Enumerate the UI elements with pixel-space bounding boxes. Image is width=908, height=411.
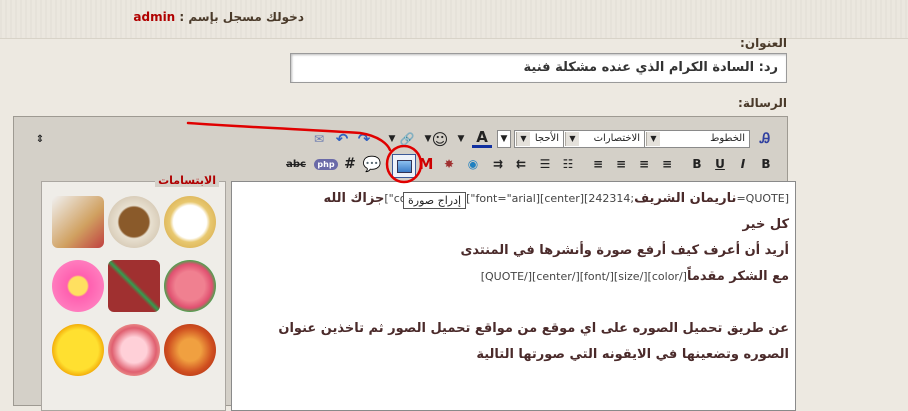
message-line-1: [QUOTE=ناريمان الشريف;242314][center][fo… [238, 186, 789, 212]
thanks-text: مع الشكر مقدماً [686, 269, 789, 284]
gift-icon[interactable] [108, 260, 160, 312]
web-link-icon[interactable]: ◉ [463, 154, 483, 174]
lucky-cat-icon[interactable] [164, 196, 216, 248]
quote-icon[interactable]: 💬 [362, 154, 382, 174]
indent-icon[interactable]: ⇉ [488, 154, 508, 174]
smiley-icon[interactable]: ☺ [430, 129, 450, 149]
bold-icon[interactable]: B [756, 154, 776, 174]
smilies-panel: الابتسامات [41, 174, 226, 411]
insert-image-tooltip: إدراج صورة [403, 192, 467, 209]
message-line-5: عن طريق تحميل الصوره على اي موقع من مواق… [278, 321, 789, 336]
closing-tags: [/color][/size][/font][/center][/QUOTE] [480, 270, 687, 283]
smilies-title: الابتسامات [155, 174, 219, 187]
align-left-icon[interactable]: ≡ [611, 154, 631, 174]
message-line-6: الصوره وتضعينها في الايقونه التي صورتها … [476, 347, 789, 362]
outdent-icon[interactable]: ⇇ [511, 154, 531, 174]
font-select[interactable]: الخطوط ▼ [644, 130, 750, 148]
font-select-label: الخطوط [710, 133, 745, 144]
remove-format-icon[interactable]: ✉ [309, 129, 329, 149]
redo-icon[interactable]: ↷ [354, 129, 374, 149]
chevron-down-icon: ▼ [646, 132, 660, 146]
align-right-icon[interactable]: ≡ [657, 154, 677, 174]
editor: ⇕ ✉ ↶ ↷ ▼ 🔗 ▼ ☺ ▼ A ▼ الأحجا ▼ الاختصارا… [13, 116, 796, 411]
chevron-down-icon: ▼ [565, 132, 579, 146]
size-select-label: الأحجا [534, 133, 559, 144]
php-label: php [314, 158, 338, 170]
title-input[interactable]: رد: السادة الكرام الذي عنده مشكلة فنية [290, 53, 787, 83]
message-line-4: مع الشكر مقدماً[/color][/size][/font][/c… [238, 264, 789, 290]
flower-icon[interactable] [52, 260, 104, 312]
flash-icon[interactable]: ✸ [439, 154, 459, 174]
sun-icon[interactable] [52, 324, 104, 376]
bold-icon[interactable]: B [687, 154, 707, 174]
align-center-icon[interactable]: ≡ [634, 154, 654, 174]
link-icon[interactable]: 🔗 [397, 129, 417, 149]
message-label: الرسالة: [738, 96, 787, 110]
chevron-down-icon: ▼ [516, 132, 530, 146]
image-icon [396, 159, 412, 173]
insert-image-button[interactable] [392, 154, 416, 178]
size-select[interactable]: الأحجا ▼ [514, 130, 564, 148]
justify-icon[interactable]: ≡ [588, 154, 608, 174]
dropdown-arrow-icon[interactable]: ▼ [497, 130, 511, 148]
italic-icon[interactable]: I [733, 154, 753, 174]
numbered-list-icon[interactable]: ☷ [558, 154, 578, 174]
rose-icon[interactable] [164, 260, 216, 312]
bullet-list-icon[interactable]: ☰ [535, 154, 555, 174]
quote-text-start: جزاك الله [323, 191, 385, 206]
dropdown-arrow-icon[interactable]: ▼ [451, 129, 471, 149]
message-line-2: كل خير [742, 217, 789, 232]
strikethrough-button[interactable]: abc [286, 154, 306, 174]
login-prefix: دخولك مسجل بإسم : [179, 10, 304, 24]
code-button[interactable]: # [340, 154, 360, 174]
php-icon[interactable]: php [314, 154, 338, 174]
shortcuts-select[interactable]: الاختصارات ▼ [563, 130, 645, 148]
login-status: دخولك مسجل بإسم : admin [0, 10, 304, 24]
title-label: العنوان: [740, 36, 787, 50]
shortcuts-select-label: الاختصارات [593, 133, 640, 144]
resize-icon[interactable]: ⇕ [30, 129, 50, 149]
email-icon[interactable]: M [416, 154, 436, 174]
cake-icon[interactable] [108, 324, 160, 376]
message-line-3: أريد أن أعرف كيف أرفع صورة وأنشرها في ال… [460, 243, 789, 258]
underline-icon[interactable]: U [710, 154, 730, 174]
undo-icon[interactable]: ↶ [332, 129, 352, 149]
font-switch-icon[interactable]: Ꭿ [755, 129, 775, 149]
quote-open-code: [QUOTE= [736, 192, 789, 205]
quoted-name: ناريمان الشريف [634, 191, 737, 206]
text-color-icon[interactable]: A [472, 128, 492, 148]
username: admin [133, 10, 176, 24]
butterfly-icon[interactable] [164, 324, 216, 376]
coffee-icon[interactable] [108, 196, 160, 248]
message-textarea[interactable]: [QUOTE=ناريمان الشريف;242314][center][fo… [231, 181, 796, 411]
book-icon[interactable] [52, 196, 104, 248]
